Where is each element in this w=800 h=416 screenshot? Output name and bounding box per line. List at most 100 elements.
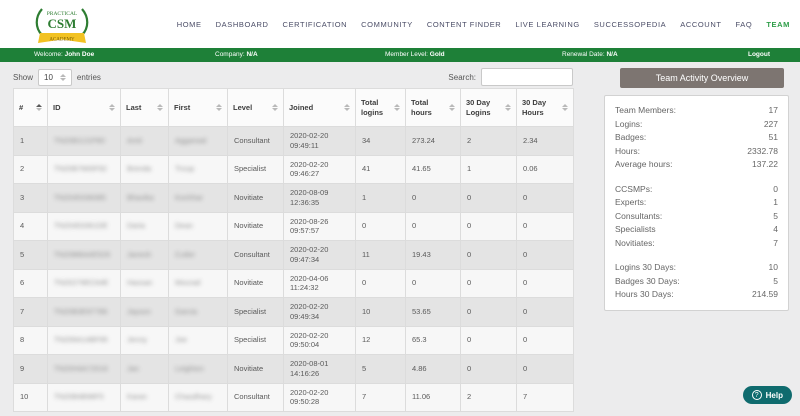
- welcome-value: John Doe: [64, 51, 95, 58]
- nav-item-home[interactable]: HOME: [177, 20, 202, 29]
- cell-value: 5: [362, 363, 367, 373]
- cell-value: Specialist: [234, 306, 267, 316]
- search-input[interactable]: [481, 68, 573, 86]
- cell-first: Kochhar: [168, 183, 228, 213]
- help-label: Help: [765, 390, 783, 400]
- joined-time: 12:36:35: [290, 197, 320, 207]
- cell-value: TN20H4A72016: [54, 363, 108, 373]
- joined-time: 09:50:04: [290, 340, 320, 350]
- sort-up-arrow: [109, 104, 115, 107]
- cell-logins-30: 1: [460, 154, 517, 184]
- nav-item-account[interactable]: ACCOUNT: [680, 20, 721, 29]
- search-control: Search:: [448, 68, 573, 86]
- welcome-label: Welcome:: [34, 51, 65, 58]
- cell-last: Daria: [120, 211, 169, 241]
- nav-item-certification[interactable]: CERTIFICATION: [283, 20, 348, 29]
- cell-value: 0: [467, 192, 472, 202]
- cell-total-hours: 53.65: [405, 297, 461, 327]
- table-row: 3 TN2045336085 Bhavika Kochhar Novitiate 2020…: [13, 183, 574, 213]
- column-header-total-logins[interactable]: Total logins: [355, 88, 406, 127]
- sort-down-arrow: [344, 108, 350, 111]
- cell-num: 6: [13, 268, 48, 298]
- team-activity-overview-header[interactable]: Team Activity Overview: [620, 68, 784, 88]
- joined-time: 09:49:34: [290, 311, 320, 321]
- nav-item-team[interactable]: TEAM: [766, 20, 790, 29]
- column-header-inner: ID: [53, 103, 115, 112]
- help-button[interactable]: ? Help: [742, 386, 792, 404]
- cell-value: 7: [523, 392, 528, 402]
- column-header-level[interactable]: Level: [227, 88, 284, 127]
- cell-value: Chaudhary: [175, 392, 212, 402]
- cell-id: TN20B3E97786: [47, 297, 121, 327]
- cell-total-hours: 0: [405, 183, 461, 213]
- cell-level: Specialist: [227, 325, 284, 355]
- main-nav: HOME DASHBOARD CERTIFICATION COMMUNITY C…: [177, 0, 790, 48]
- stat-value: 51: [768, 132, 778, 142]
- cell-logins-30: 0: [460, 268, 517, 298]
- sort-up-arrow: [216, 104, 222, 107]
- page-size-select[interactable]: 10: [38, 69, 72, 86]
- cell-total-logins: 1: [355, 183, 406, 213]
- table-row: 7 TN20B3E97786 Jayson Garcia Specialist 2020-…: [13, 297, 574, 327]
- sort-up-arrow: [505, 104, 511, 107]
- stat-value: 137.22: [752, 159, 778, 169]
- cell-total-hours: 0: [405, 211, 461, 241]
- nav-item-dashboard[interactable]: DASHBOARD: [216, 20, 269, 29]
- cell-hours-30: 2.34: [516, 126, 574, 156]
- cell-last: Jenny: [120, 325, 169, 355]
- cell-value: 0: [523, 335, 528, 345]
- column-header-last[interactable]: Last: [120, 88, 169, 127]
- cell-first: Dean: [168, 211, 228, 241]
- renewal-date-label: Renewal Date:: [562, 51, 607, 58]
- column-header-inner: Joined: [289, 103, 350, 112]
- cell-num: 7: [13, 297, 48, 327]
- logo-graphic: PRACTICAL CSM ACADEMY: [35, 8, 89, 43]
- entries-label: entries: [76, 73, 101, 82]
- cell-total-logins: 0: [355, 268, 406, 298]
- nav-item-community[interactable]: COMMUNITY: [361, 20, 413, 29]
- cell-logins-30: 0: [460, 354, 517, 384]
- column-header-label: Last: [126, 102, 142, 112]
- cell-value: TN20B4B98F5: [54, 392, 104, 402]
- cell-value: Consultant: [234, 392, 270, 402]
- column-header-first[interactable]: First: [168, 88, 228, 127]
- joined-time: 14:16:26: [290, 368, 320, 378]
- column-header-total-hours[interactable]: Total hours: [405, 88, 461, 127]
- cell-value: Amit: [127, 135, 142, 145]
- nav-item-live-learning[interactable]: LIVE LEARNING: [515, 20, 580, 29]
- sort-icon: [36, 104, 42, 111]
- table-row: 9 TN20H4A72016 Jan Leighton Novitiate 2020-08…: [13, 354, 574, 384]
- nav-item-successopedia[interactable]: SUCCESSOPEDIA: [594, 20, 666, 29]
- nav-item-content-finder[interactable]: CONTENT FINDER: [427, 20, 502, 29]
- cell-value: 0: [523, 278, 528, 288]
- cell-last: Bhavika: [120, 183, 169, 213]
- cell-hours-30: 7: [516, 382, 574, 412]
- cell-total-logins: 34: [355, 126, 406, 156]
- cell-first: Leighton: [168, 354, 228, 384]
- show-label: Show: [13, 73, 34, 82]
- cell-hours-30: 0: [516, 325, 574, 355]
- logout-button[interactable]: Logout: [748, 48, 770, 62]
- nav-item-faq[interactable]: FAQ: [736, 20, 753, 29]
- cell-value: TN20B1IJ1P80: [54, 135, 105, 145]
- cell-value: 0: [523, 221, 528, 231]
- column-header-num[interactable]: #: [13, 88, 48, 127]
- column-header-30-day-logins[interactable]: 30 Day Logins: [460, 88, 517, 127]
- column-header-joined[interactable]: Joined: [283, 88, 356, 127]
- cell-value: Joe: [175, 335, 188, 345]
- cell-last: Janesh: [120, 240, 169, 270]
- cell-value: 7: [20, 306, 25, 316]
- table-row: 5 TN20BBAAE529 Janesh Cutler Consultant 2020-…: [13, 240, 574, 270]
- column-header-label: ID: [53, 102, 61, 112]
- overview-stat-row: Badges 30 Days: 5: [615, 275, 778, 289]
- column-header-30-day-hours[interactable]: 30 Day Hours: [516, 88, 574, 127]
- sort-down-arrow: [109, 108, 115, 111]
- cell-level: Novitiate: [227, 354, 284, 384]
- column-header-id[interactable]: ID: [47, 88, 121, 127]
- cell-num: 2: [13, 154, 48, 184]
- cell-total-hours: 4.86: [405, 354, 461, 384]
- cell-value: 34: [362, 135, 371, 145]
- practical-csm-logo: PRACTICAL CSM ACADEMY: [26, 2, 98, 51]
- column-header-label: Total logins: [361, 98, 384, 117]
- cell-total-logins: 10: [355, 297, 406, 327]
